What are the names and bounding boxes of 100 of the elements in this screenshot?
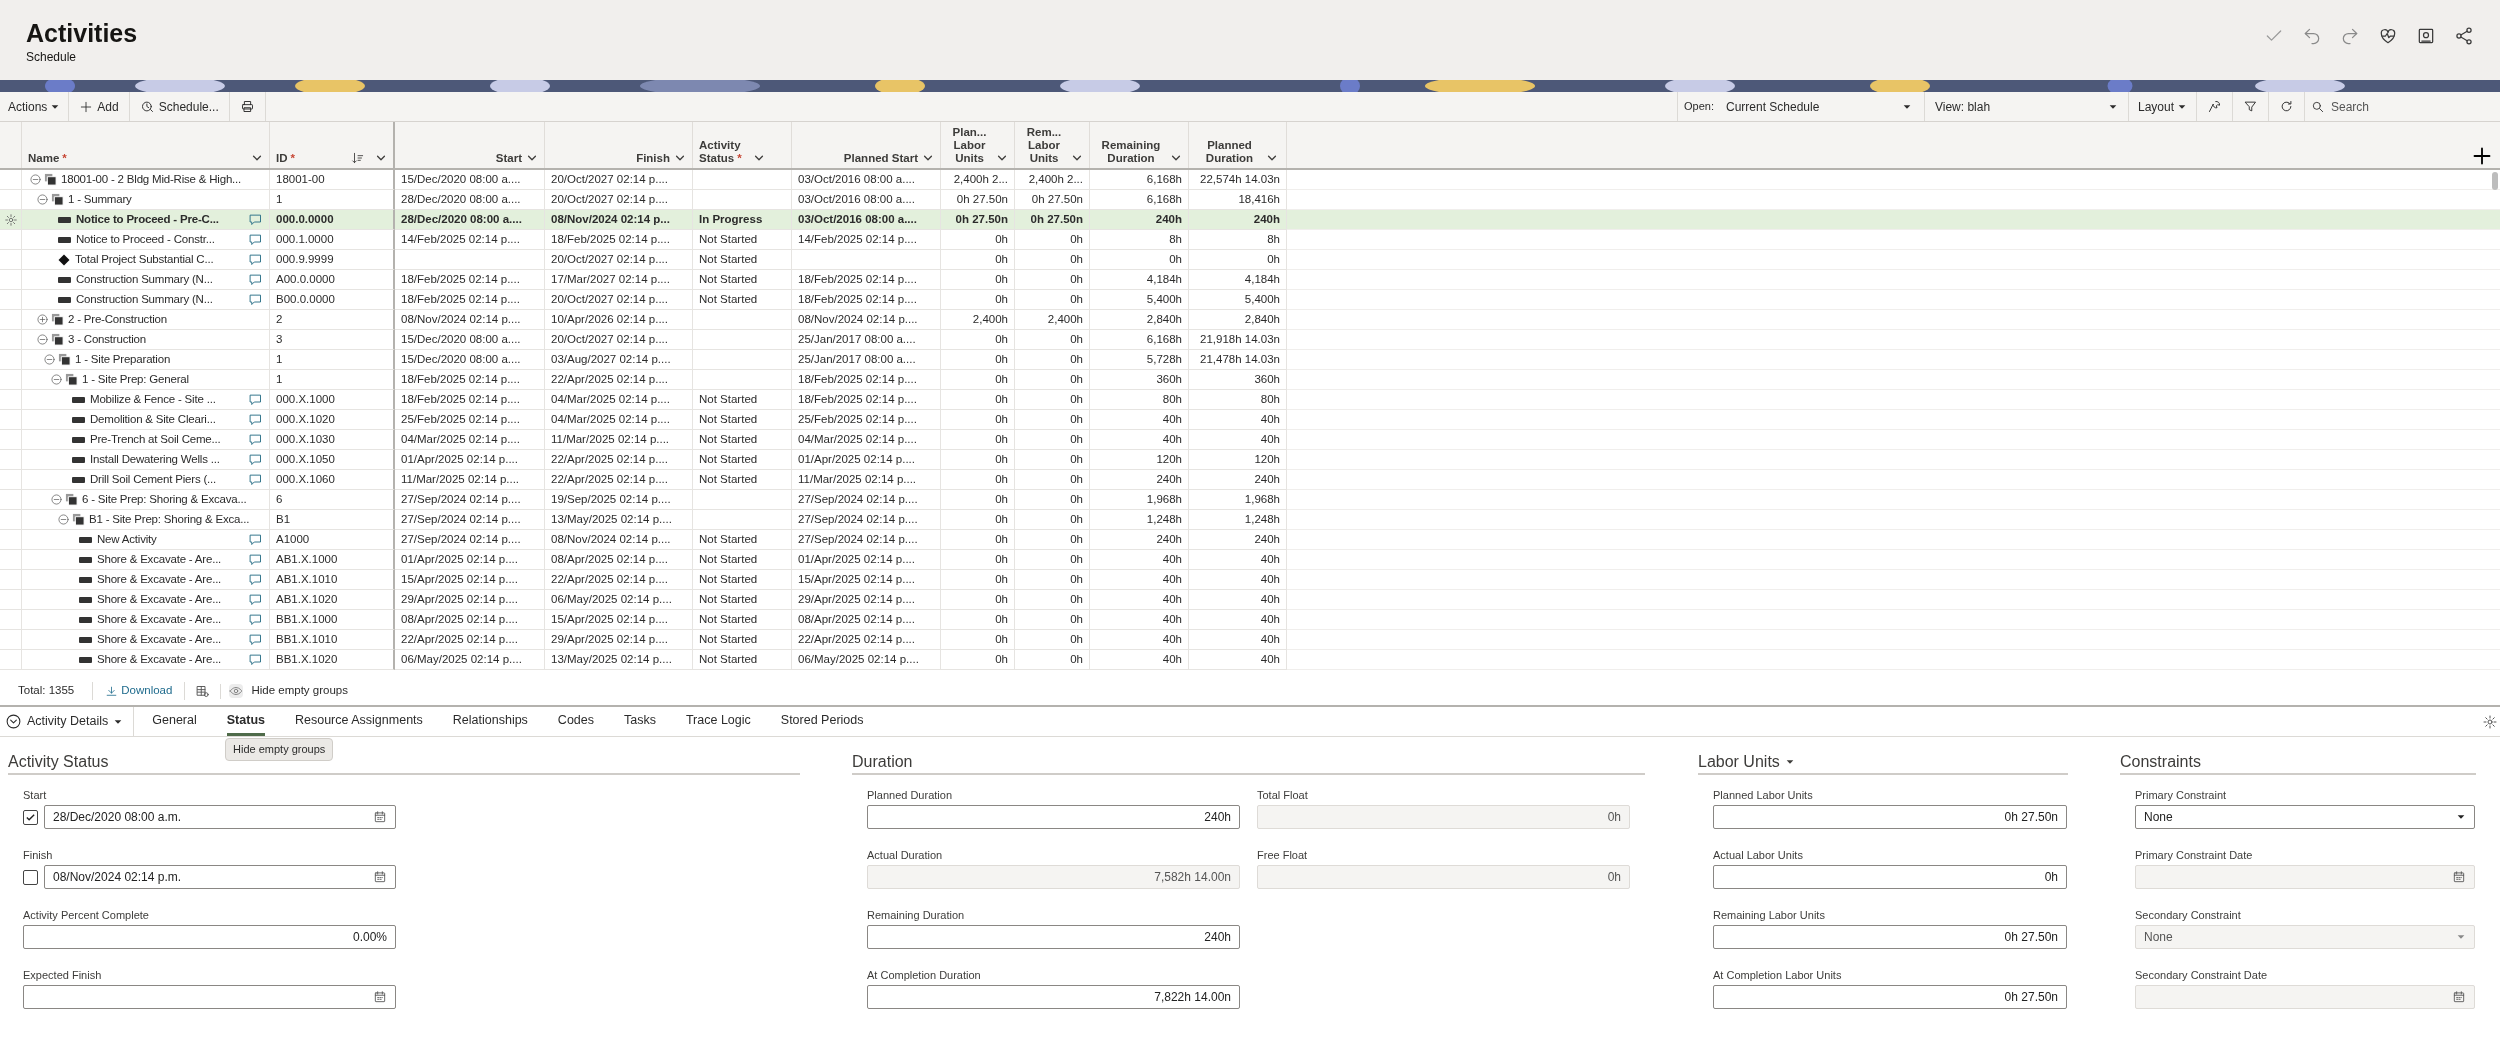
view-select[interactable]: View: blah <box>1923 92 2128 121</box>
table-row[interactable]: Shore & Excavate - Are... BB1.X.1010 22/Apr/2025 02:14 p.... 29/Apr/2025 02:14 p.... Not Started 22/Apr/2025 02:14 p.... 0h 0h 40h 40h <box>0 630 2500 650</box>
comment-icon[interactable] <box>248 412 263 427</box>
date-field[interactable]: 28/Dec/2020 08:00 a.m. <box>44 805 396 829</box>
input-field[interactable]: 0h 27.50n <box>1713 925 2067 949</box>
column-header[interactable]: ID * <box>270 122 395 168</box>
filter-icon[interactable] <box>2243 99 2258 114</box>
select-field[interactable]: None <box>2135 805 2475 829</box>
redo-icon[interactable] <box>2340 26 2360 46</box>
comment-icon[interactable] <box>248 232 263 247</box>
hide-empty-groups-button[interactable]: Hide empty groups <box>221 682 356 700</box>
comment-icon[interactable] <box>248 552 263 567</box>
details-tab[interactable]: Resource Assignments <box>294 707 423 736</box>
column-header[interactable]: Activity Status * <box>693 122 792 168</box>
comment-icon[interactable] <box>248 252 263 267</box>
input-field[interactable]: 0h <box>1257 805 1630 829</box>
portrait-icon[interactable] <box>2416 26 2436 46</box>
comment-icon[interactable] <box>248 452 263 467</box>
comment-icon[interactable] <box>248 592 263 607</box>
column-header[interactable]: Plan... Labor Units <box>941 122 1015 168</box>
details-tab[interactable]: Relationships <box>452 707 528 736</box>
input-field[interactable]: 0h 27.50n <box>1713 985 2067 1009</box>
layout-menu-button[interactable]: Layout <box>2127 92 2196 121</box>
heart-pulse-icon[interactable] <box>2378 26 2398 46</box>
table-row[interactable]: Shore & Excavate - Are... BB1.X.1020 06/May/2025 02:14 p.... 13/May/2025 02:14 p.... Not Started 06/May/2025 02:14 p.... 0h 0h 40h 40h <box>0 650 2500 670</box>
table-row[interactable]: Shore & Excavate - Are... AB1.X.1010 15/Apr/2025 02:14 p.... 22/Apr/2025 02:14 p.... Not Started 15/Apr/2025 02:14 p.... 0h 0h 40h 40h <box>0 570 2500 590</box>
column-header[interactable]: Remaining Duration <box>1090 122 1189 168</box>
input-field[interactable]: 0h <box>1257 865 1630 889</box>
column-header[interactable]: Start <box>395 122 545 168</box>
actions-menu-button[interactable]: Actions <box>0 92 70 121</box>
table-row[interactable]: Install Dewatering Wells ... 000.X.1050 01/Apr/2025 02:14 p.... 22/Apr/2025 02:14 p.... Not Started 01/Apr/2025 02:14 p.... 0h 0h 120h 120h <box>0 450 2500 470</box>
details-tab[interactable]: Trace Logic <box>685 707 751 736</box>
table-row[interactable]: Total Project Substantial C... 000.9.9999 20/Oct/2027 02:14 p.... Not Started 0h 0h 0h 0h <box>0 250 2500 270</box>
add-column-icon[interactable] <box>2472 146 2492 166</box>
download-link[interactable]: Download <box>93 682 186 700</box>
wrench-icon[interactable] <box>2207 99 2222 114</box>
input-field[interactable]: 240h <box>867 925 1240 949</box>
refresh-icon[interactable] <box>2279 99 2294 114</box>
scrollbar-thumb[interactable] <box>2492 172 2498 190</box>
details-tab[interactable]: General <box>152 707 197 736</box>
schedule-select[interactable]: Current Schedule <box>1725 97 1924 116</box>
column-header[interactable]: Name * <box>22 122 270 168</box>
table-row[interactable]: New Activity A1000 27/Sep/2024 02:14 p.... 08/Nov/2024 02:14 p.... Not Started 27/Sep/2024 02:14 p.... 0h 0h 240h 240h <box>0 530 2500 550</box>
table-row[interactable]: Shore & Excavate - Are... AB1.X.1000 01/Apr/2025 02:14 p.... 08/Apr/2025 02:14 p.... Not Started 01/Apr/2025 02:14 p.... 0h 0h 40h 40h <box>0 550 2500 570</box>
collapse-icon[interactable] <box>30 174 41 185</box>
undo-icon[interactable] <box>2302 26 2322 46</box>
comment-icon[interactable] <box>248 612 263 627</box>
input-field[interactable]: 7,822h 14.00n <box>867 985 1240 1009</box>
gear-icon[interactable] <box>3 212 18 227</box>
table-row[interactable]: Pre-Trench at Soil Ceme... 000.X.1030 04/Mar/2025 02:14 p.... 11/Mar/2025 02:14 p.... Not Started 04/Mar/2025 02:14 p.... 0h 0h 40h 40h <box>0 430 2500 450</box>
collapse-icon[interactable] <box>58 514 69 525</box>
table-row[interactable]: 18001-00 - 2 Bldg Mid-Rise & High... 18001-00 15/Dec/2020 08:00 a.... 20/Oct/2027 02:14 p.... 03/Oct/2016 08:00 a.... 2,400h 2... 2,400h 2... 6,168h 22,574h 14.03n <box>0 170 2500 190</box>
column-header[interactable]: Planned Duration <box>1189 122 1287 168</box>
details-tab[interactable]: Stored Periods <box>780 707 864 736</box>
schedule-button[interactable]: Schedule... <box>129 92 230 121</box>
table-row[interactable]: 2 - Pre-Construction 2 08/Nov/2024 02:14 p.... 10/Apr/2026 02:14 p.... 08/Nov/2024 02:14 p.... 2,400h 2,400h 2,840h 2,840h <box>0 310 2500 330</box>
comment-icon[interactable] <box>248 272 263 287</box>
activity-details-menu[interactable]: Activity Details <box>0 707 135 736</box>
comment-icon[interactable] <box>248 432 263 447</box>
details-tab[interactable]: Codes <box>557 707 594 736</box>
checkbox[interactable] <box>23 809 38 825</box>
table-row[interactable]: 1 - Site Prep: General 1 18/Feb/2025 02:14 p.... 22/Apr/2025 02:14 p.... 18/Feb/2025 02:14 p.... 0h 0h 360h 360h <box>0 370 2500 390</box>
add-button[interactable]: Add <box>69 92 130 121</box>
table-row[interactable]: Mobilize & Fence - Site ... 000.X.1000 18/Feb/2025 02:14 p.... 04/Mar/2025 02:14 p.... Not Started 18/Feb/2025 02:14 p.... 0h 0h 80h 80h <box>0 390 2500 410</box>
column-header[interactable]: Rem... Labor Units <box>1015 122 1090 168</box>
comment-icon[interactable] <box>248 392 263 407</box>
column-header[interactable]: Finish <box>545 122 693 168</box>
table-settings-icon[interactable] <box>195 683 211 699</box>
comment-icon[interactable] <box>248 572 263 587</box>
table-row[interactable]: Construction Summary (N... A00.0.0000 18/Feb/2025 02:14 p.... 17/Mar/2027 02:14 p.... Not Started 18/Feb/2025 02:14 p.... 0h 0h 4,184h 4,184h <box>0 270 2500 290</box>
column-header[interactable]: Planned Start <box>792 122 941 168</box>
input-field[interactable]: 240h <box>867 805 1240 829</box>
collapse-icon[interactable] <box>51 374 62 385</box>
comment-icon[interactable] <box>248 472 263 487</box>
input-field[interactable]: 0.00% <box>23 925 396 949</box>
date-field[interactable]: 08/Nov/2024 02:14 p.m. <box>44 865 396 889</box>
table-row[interactable]: 6 - Site Prep: Shoring & Excava... 6 27/Sep/2024 02:14 p.... 19/Sep/2025 02:14 p.... 27/Sep/2024 02:14 p.... 0h 0h 1,968h 1,968h <box>0 490 2500 510</box>
table-row[interactable]: B1 - Site Prep: Shoring & Exca... B1 27/Sep/2024 02:14 p.... 13/May/2025 02:14 p.... 27/Sep/2024 02:14 p.... 0h 0h 1,248h 1,248h <box>0 510 2500 530</box>
input-field[interactable]: 0h 27.50n <box>1713 805 2067 829</box>
comment-icon[interactable] <box>248 212 263 227</box>
select-field[interactable]: None <box>2135 925 2475 949</box>
collapse-icon[interactable] <box>37 334 48 345</box>
details-tab[interactable]: Tasks <box>624 707 656 736</box>
search-field[interactable]: Search <box>2331 95 2500 118</box>
table-row[interactable]: Construction Summary (N... B00.0.0000 18/Feb/2025 02:14 p.... 20/Oct/2027 02:14 p.... Not Started 18/Feb/2025 02:14 p.... 0h 0h 5,400h 5,400h <box>0 290 2500 310</box>
share-icon[interactable] <box>2454 26 2474 46</box>
input-field[interactable]: 7,582h 14.00n <box>867 865 1240 889</box>
collapse-icon[interactable] <box>44 354 55 365</box>
comment-icon[interactable] <box>248 632 263 647</box>
table-row[interactable]: Shore & Excavate - Are... AB1.X.1020 29/Apr/2025 02:14 p.... 06/May/2025 02:14 p.... Not Started 29/Apr/2025 02:14 p.... 0h 0h 40h 40h <box>0 590 2500 610</box>
input-field[interactable]: 0h <box>1713 865 2067 889</box>
comment-icon[interactable] <box>248 292 263 307</box>
comment-icon[interactable] <box>248 652 263 667</box>
table-row[interactable]: Notice to Proceed - Pre-C... 000.0.0000 28/Dec/2020 08:00 a.... 08/Nov/2024 02:14 p... In Progress 03/Oct/2016 08:00 a.... 0h 27.50n 0h 27.50n 240h 240h <box>0 210 2500 230</box>
table-row[interactable]: Notice to Proceed - Constr... 000.1.0000 14/Feb/2025 02:14 p.... 18/Feb/2025 02:14 p.... Not Started 14/Feb/2025 02:14 p.... 0h 0h 8h 8h <box>0 230 2500 250</box>
table-row[interactable]: Shore & Excavate - Are... BB1.X.1000 08/Apr/2025 02:14 p.... 15/Apr/2025 02:14 p.... Not Started 08/Apr/2025 02:14 p.... 0h 0h 40h 40h <box>0 610 2500 630</box>
date-field[interactable] <box>23 985 396 1009</box>
checkbox[interactable] <box>23 869 38 885</box>
table-row[interactable]: Demolition & Site Cleari... 000.X.1020 25/Feb/2025 02:14 p.... 04/Mar/2025 02:14 p.... Not Started 25/Feb/2025 02:14 p.... 0h 0h 40h 40h <box>0 410 2500 430</box>
collapse-icon[interactable] <box>51 494 62 505</box>
